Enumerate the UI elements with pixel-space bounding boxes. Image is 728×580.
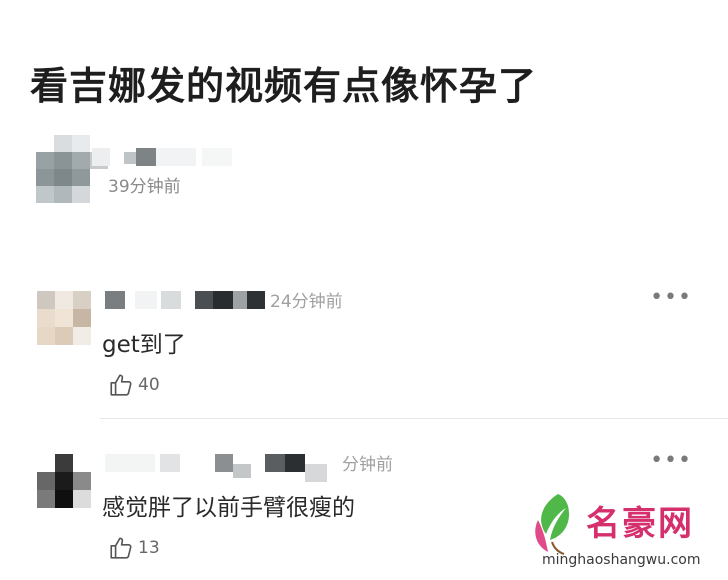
- comment-text: 感觉胖了以前手臂很瘦的: [102, 495, 355, 521]
- author-name-blurred[interactable]: [92, 148, 232, 168]
- watermark-url: minghaoshangwu.com: [542, 552, 701, 568]
- like-button[interactable]: 40: [108, 371, 160, 399]
- comment-item: 24分钟前 ••• get到了 40: [0, 285, 728, 420]
- thumbs-up-icon: [108, 372, 134, 398]
- comment-avatar[interactable]: [37, 291, 91, 345]
- thumbs-up-icon: [108, 535, 134, 561]
- watermark: 名豪网 minghaoshangwu.com: [520, 490, 725, 578]
- comment-timestamp: 24分钟前: [270, 292, 343, 312]
- comment-text: get到了: [102, 332, 186, 358]
- comment-timestamp: 分钟前: [342, 455, 393, 475]
- like-button[interactable]: 13: [108, 534, 160, 562]
- comment-divider: [100, 418, 728, 419]
- like-count: 13: [138, 538, 160, 558]
- comment-author-blurred[interactable]: [105, 454, 345, 482]
- leaf-logo-icon: [535, 494, 570, 555]
- author-avatar[interactable]: [36, 135, 108, 203]
- like-count: 40: [138, 375, 160, 395]
- post-title: 看吉娜发的视频有点像怀孕了: [30, 64, 538, 108]
- more-horizontal-icon[interactable]: •••: [650, 450, 692, 472]
- watermark-brand: 名豪网: [586, 504, 694, 544]
- more-horizontal-icon[interactable]: •••: [650, 287, 692, 309]
- post-timestamp: 39分钟前: [108, 177, 181, 197]
- comment-avatar[interactable]: [37, 454, 91, 508]
